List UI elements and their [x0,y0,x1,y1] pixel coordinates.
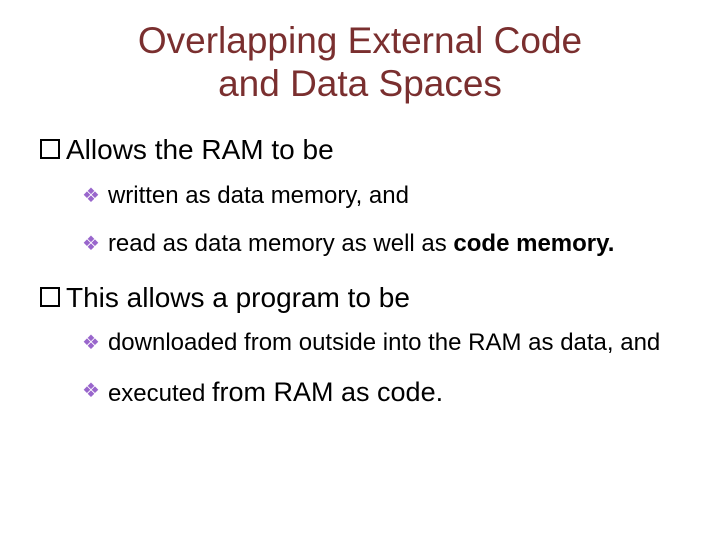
bullet-text: This allows a program to be [66,281,410,315]
bullet-level2: written as data memory, and [82,181,690,211]
diamond-bullet-icon [82,186,100,206]
bullet-level1: Allows the RAM to be [40,133,690,167]
slide: Overlapping External Code and Data Space… [0,0,720,540]
bullet-text: executed from RAM as code. [108,376,443,410]
bullet-text: downloaded from outside into the RAM as … [108,328,660,358]
text-bold-fragment: code memory. [453,230,614,257]
bullet-level1: This allows a program to be [40,281,690,315]
bullet-level2: read as data memory as well as code memo… [82,229,690,259]
diamond-bullet-icon [82,381,100,401]
text-fragment: executed [108,380,212,407]
bullet-level2: executed from RAM as code. [82,376,690,410]
title-line-2: and Data Spaces [218,63,502,104]
bullet-text: read as data memory as well as code memo… [108,229,614,259]
bullet-level2: downloaded from outside into the RAM as … [82,328,690,358]
title-line-1: Overlapping External Code [138,20,582,61]
bullet-text: written as data memory, and [108,181,409,211]
square-bullet-icon [40,287,60,307]
text-fragment: from RAM as code. [212,377,443,407]
diamond-bullet-icon [82,333,100,353]
bullet-text: Allows the RAM to be [66,133,334,167]
slide-title: Overlapping External Code and Data Space… [30,20,690,105]
diamond-bullet-icon [82,234,100,254]
square-bullet-icon [40,139,60,159]
text-fragment: read as data memory as well as [108,230,453,257]
